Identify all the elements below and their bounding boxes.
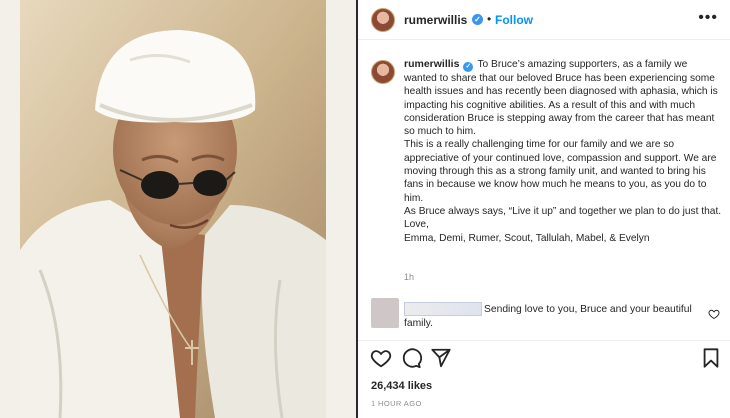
post-timestamp[interactable]: 1 HOUR AGO [371,399,422,408]
likes-count[interactable]: 26,434 likes [371,380,432,392]
caption-author-avatar[interactable] [371,60,395,84]
post-photo[interactable] [20,0,326,418]
comment-text: Sending love to you, Bruce and your beau… [404,303,704,329]
author-avatar[interactable] [371,8,395,32]
header-separator: • [487,12,492,26]
comment-line-1: Sending love to you, Bruce and your beau… [484,304,692,315]
caption-paragraph-1: rumerwillis ✓ To Bruce’s amazing supporter… [404,58,722,138]
caption-author-username[interactable]: rumerwillis [404,58,459,70]
caption-paragraph-4: Love, [404,219,429,231]
author-username[interactable]: rumerwillis [404,13,467,27]
heart-icon[interactable] [370,347,392,369]
share-icon[interactable] [430,347,452,369]
comment-icon[interactable] [400,347,422,369]
commenter-avatar[interactable] [371,298,399,328]
caption-timestamp[interactable]: 1h [404,272,414,282]
commenter-username-redacted [404,302,482,316]
caption-paragraph-3: As Bruce always says, “Live it up” and t… [404,205,722,217]
comment-like-heart-icon[interactable] [708,308,720,320]
caption-text-1: To Bruce’s amazing supporters, as a fami… [404,59,718,138]
actions-divider [358,340,730,341]
post-panel: rumerwillis ✓ • Follow ••• rumerwillis ✓ T… [358,0,730,418]
caption-paragraph-2: This is a really challenging time for ou… [404,139,717,204]
follow-button[interactable]: Follow [495,13,533,27]
post-actions [358,347,730,371]
post-caption: rumerwillis ✓ To Bruce’s amazing supporter… [404,58,722,245]
caption-paragraph-5: Emma, Demi, Rumer, Scout, Tallulah, Mabe… [404,232,650,244]
comment-line-2: family. [404,318,433,329]
bookmark-icon[interactable] [700,347,722,369]
verified-badge-icon: ✓ [472,14,483,25]
post-header: rumerwillis ✓ • Follow ••• [358,0,730,40]
caption-verified-badge-icon: ✓ [463,62,474,72]
more-options-icon[interactable]: ••• [698,9,718,27]
